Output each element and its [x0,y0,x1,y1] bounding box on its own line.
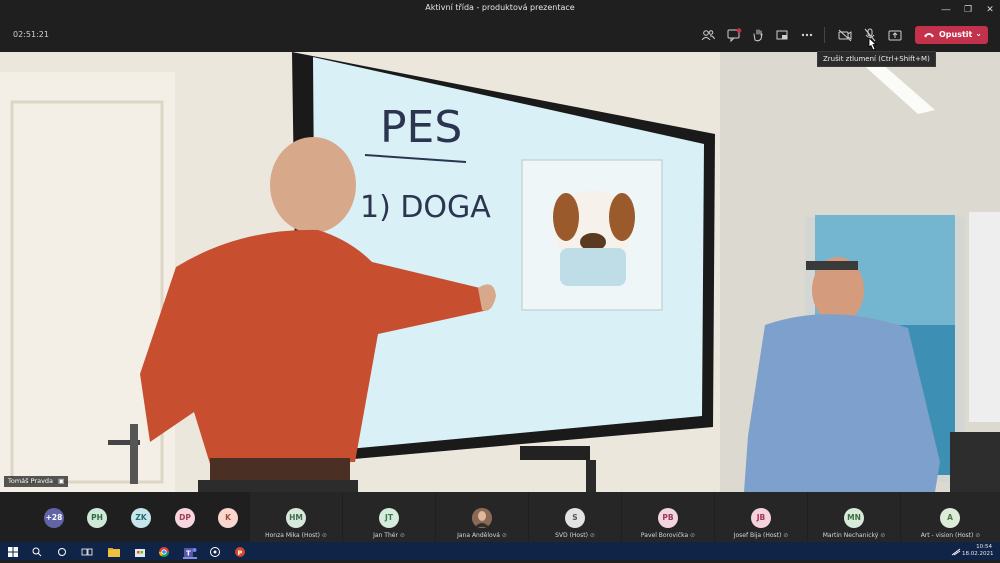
participant-tile[interactable]: JT Jan Thér ⊘ [343,492,435,542]
chrome-icon[interactable] [158,545,172,557]
close-button[interactable]: ✕ [982,2,998,16]
participant-tile[interactable]: PB Pavel Borovička ⊘ [622,492,714,542]
toolbar-divider [824,27,825,43]
participant-name-text: Jan Thér [373,532,398,539]
windows-taskbar: T P 10:54 18.02.2021 [0,542,1000,560]
participant-name-text: SVD (Host) [555,532,588,539]
mic-muted-icon: ⊘ [501,532,507,539]
participant-name: Martin Nechanický ⊘ [808,532,900,539]
overflow-participants-badge[interactable]: +28 [44,508,64,528]
leave-button[interactable]: Opustit ⌄ [915,26,988,44]
meeting-timer: 02:51:21 [13,30,49,39]
title-bar: Aktivní třída - produktová prezentace — … [0,0,1000,18]
app-icon[interactable] [209,545,223,557]
speaker-name: Tomáš Pravda [8,477,54,485]
participant-photo [472,508,492,528]
cortana-icon[interactable] [56,545,70,557]
leave-label: Opustit [939,30,973,39]
windows-start-icon[interactable] [7,545,21,557]
participant-name-text: Josef Bija (Host) [733,532,782,539]
chevron-down-icon[interactable]: ⌄ [975,29,982,38]
more-icon[interactable] [798,27,816,43]
participant-name: Jan Thér ⊘ [343,532,435,539]
participant-tile[interactable]: A Art - vision (Host) ⊘ [901,492,1000,542]
participant-name: Art - vision (Host) ⊘ [901,532,1000,539]
participant-tile[interactable]: Jana Andělová ⊘ [436,492,528,542]
participant-name-text: Martin Nechanický [822,532,879,539]
participant-tile[interactable]: MN Martin Nechanický ⊘ [808,492,900,542]
participant-name: Honza Mika (Host) ⊘ [250,532,342,539]
participant-name-text: Art - vision (Host) [920,532,974,539]
participant-avatar: S [565,508,585,528]
participant-avatar: MN [844,508,864,528]
meeting-toolbar: 02:51:21 Opustit ⌄ [0,18,1000,52]
phone-icon [923,30,935,41]
people-icon[interactable] [699,27,717,43]
participant-avatar[interactable]: DP [175,508,195,528]
svg-text:T: T [186,550,191,558]
clock-date: 18.02.2021 [962,551,994,557]
whiteboard-title: PES [380,102,462,153]
cursor-icon [866,37,878,58]
participant-tile[interactable]: S SVD (Host) ⊘ [529,492,621,542]
maximize-button[interactable]: ❐ [960,2,976,16]
participant-strip: +28 PH ZK DP K HM Honza Mika (Host) ⊘ JT… [0,492,1000,542]
mic-muted-icon: ⊘ [589,532,595,539]
participant-name-text: Pavel Borovička [640,532,689,539]
mic-muted-icon: ⊘ [321,532,327,539]
participant-name: Jana Andělová ⊘ [436,532,528,539]
file-explorer-icon[interactable] [107,545,121,557]
mic-muted-icon: ⊘ [690,532,696,539]
camera-icon[interactable] [836,27,854,43]
mic-muted-icon: ⊘ [783,532,789,539]
mic-muted-icon: ⊘ [880,532,886,539]
participant-avatar: JT [379,508,399,528]
clock-time: 10:54 [976,544,992,550]
chat-icon[interactable] [725,27,743,43]
system-clock[interactable]: 10:54 18.02.2021 [962,544,994,558]
search-icon[interactable] [31,545,45,557]
svg-text:P: P [238,549,243,557]
participant-avatar[interactable]: K [218,508,238,528]
participant-name-text: Jana Andělová [457,532,500,539]
breakout-icon[interactable] [773,27,791,43]
mic-muted-icon: ⊘ [975,532,981,539]
speaker-name-tag: Tomáš Pravda ▣ [4,476,69,487]
minimize-button[interactable]: — [938,2,954,16]
participant-tile[interactable]: HM Honza Mika (Host) ⊘ [250,492,342,542]
participant-name: SVD (Host) ⊘ [529,532,621,539]
store-icon[interactable] [133,545,147,557]
task-view-icon[interactable] [81,545,95,557]
speaker-video: PES 1) DOGA [0,52,1000,492]
teams-icon[interactable]: T [183,545,197,559]
participant-name-text: Honza Mika (Host) [265,532,320,539]
video-stage: PES 1) DOGA Tomáš Pravda ▣ [0,52,1000,492]
window-title: Aktivní třída - produktová prezentace [425,3,575,12]
powerpoint-icon[interactable]: P [234,545,248,557]
participant-tile[interactable]: JB Josef Bija (Host) ⊘ [715,492,807,542]
share-icon[interactable] [886,27,904,43]
participant-avatar: JB [751,508,771,528]
participant-avatar: HM [286,508,306,528]
mic-muted-icon: ⊘ [399,532,405,539]
participant-name: Josef Bija (Host) ⊘ [715,532,807,539]
raise-hand-icon[interactable] [749,27,767,43]
pin-icon[interactable]: ▣ [58,477,64,485]
whiteboard-line: 1) DOGA [360,190,491,225]
participant-avatar[interactable]: ZK [131,508,151,528]
participant-avatar: PB [658,508,678,528]
participant-name: Pavel Borovička ⊘ [622,532,714,539]
participant-avatar: A [940,508,960,528]
participant-avatar[interactable]: PH [87,508,107,528]
